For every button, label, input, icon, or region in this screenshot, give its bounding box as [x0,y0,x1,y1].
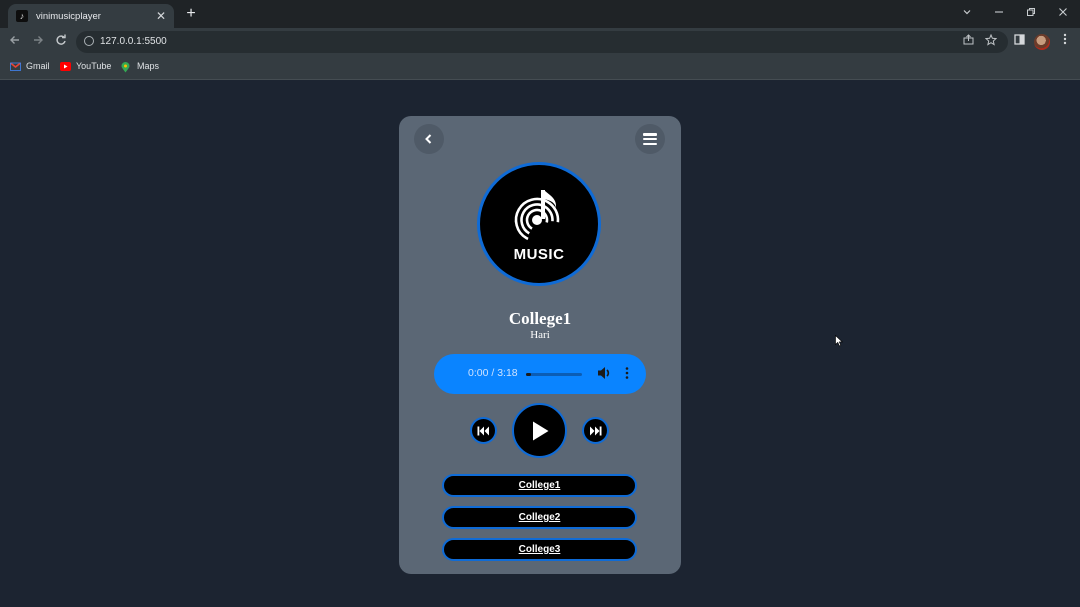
bookmark-maps[interactable]: Maps [121,61,160,72]
profile-avatar[interactable] [1034,34,1050,50]
gmail-icon [10,61,21,71]
back-button[interactable] [414,124,444,154]
bookmark-star-icon[interactable] [983,33,999,49]
bookmark-youtube[interactable]: YouTube [60,61,111,71]
side-panel-icon[interactable] [1010,33,1028,51]
close-window-icon[interactable] [1054,5,1072,23]
playlist-item[interactable]: College2 [442,506,637,529]
restore-icon[interactable] [1022,5,1040,23]
mouse-cursor-icon [835,335,843,347]
site-info-icon[interactable] [84,36,94,46]
chevron-left-icon [425,134,432,144]
forward-arrow-icon[interactable] [29,33,47,51]
playlist-item[interactable]: College1 [442,474,637,497]
bookmark-label: Gmail [26,61,50,71]
tab-search-icon[interactable] [958,5,976,23]
maps-icon [121,61,132,72]
audio-player[interactable]: 0:00 / 3:18 [434,354,646,394]
new-tab-button[interactable]: + [182,5,200,23]
music-note-disc-icon [514,189,560,242]
bookmarks-bar: Gmail YouTube Maps [0,56,1080,80]
back-arrow-icon[interactable] [6,33,24,51]
hamburger-icon [643,133,657,145]
tab-title: vinimusicplayer [36,10,101,22]
skip-next-icon [590,426,602,435]
volume-icon[interactable] [596,364,612,382]
more-options-icon[interactable] [624,365,630,381]
address-bar[interactable]: 127.0.0.1:5500 [76,31,1008,53]
music-player-card: MUSIC College1 Hari 0:00 / 3:18 College1… [399,116,681,574]
previous-button[interactable] [470,417,497,444]
audio-seek-bar[interactable] [526,372,582,376]
reload-icon[interactable] [52,33,70,51]
next-button[interactable] [582,417,609,444]
song-title: College1 [508,309,572,328]
play-icon [532,421,548,440]
bookmark-label: Maps [137,61,160,71]
kebab-menu-icon[interactable] [1056,33,1074,51]
browser-tab[interactable]: ♪ vinimusicplayer ✕ [8,4,174,28]
song-artist: Hari [530,329,550,341]
bookmark-label: YouTube [76,61,112,71]
skip-previous-icon [477,426,489,435]
audio-time: 0:00 / 3:18 [468,367,518,379]
browser-toolbar: 127.0.0.1:5500 [0,28,1080,56]
tab-strip: ♪ vinimusicplayer ✕ + [0,0,1080,28]
menu-button[interactable] [635,124,665,154]
share-icon[interactable] [960,34,976,48]
play-button[interactable] [512,403,567,458]
album-cover: MUSIC [477,162,601,286]
cover-label: MUSIC [513,245,565,263]
playlist-item[interactable]: College3 [442,538,637,561]
tab-close-icon[interactable]: ✕ [154,10,168,22]
url-text[interactable]: 127.0.0.1:5500 [100,36,167,47]
youtube-icon [60,61,71,71]
music-note-favicon-icon: ♪ [16,10,28,22]
minimize-icon[interactable] [990,5,1008,23]
bookmark-gmail[interactable]: Gmail [10,61,50,71]
